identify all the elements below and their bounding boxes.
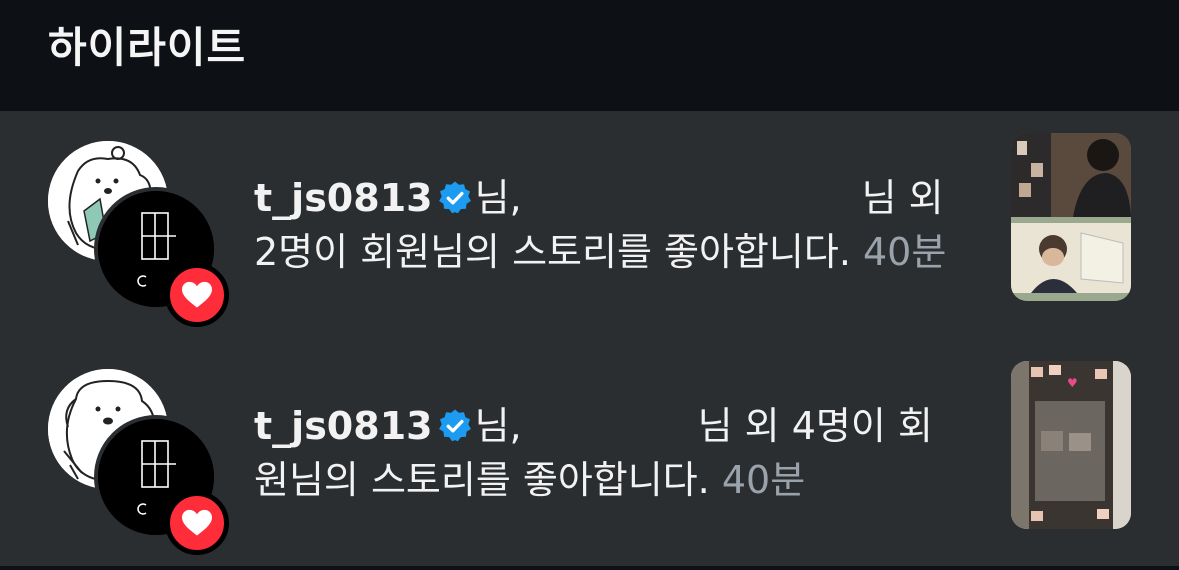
story-image: ♥	[1011, 361, 1131, 529]
notification-text: t_js0813 님, 님 외 4명이 회 원님의 스토리를 좋아합니다. 40분	[254, 399, 933, 507]
page-title: 하이라이트	[48, 23, 247, 72]
line1-suffix: 님,	[474, 404, 522, 448]
svg-text:♥: ♥	[1067, 376, 1078, 390]
heart-badge	[165, 491, 229, 555]
story-thumbnail[interactable]: ♥	[1011, 361, 1131, 529]
username[interactable]: t_js0813	[254, 404, 433, 448]
header: 하이라이트	[0, 0, 1179, 111]
line1-end: 님 외	[861, 176, 944, 220]
timestamp: 40분	[721, 458, 806, 502]
verified-badge-icon	[438, 181, 471, 214]
username[interactable]: t_js0813	[254, 176, 433, 220]
story-thumbnail[interactable]	[1011, 133, 1131, 301]
line1-suffix: 님,	[474, 176, 522, 220]
verified-badge-icon	[438, 409, 471, 442]
line2-text: 2명이 회원님의 스토리를 좋아합니다.	[254, 230, 851, 274]
story-image	[1011, 133, 1131, 301]
line1-end: 님 외 4명이 회	[697, 404, 933, 448]
heart-badge	[165, 263, 229, 327]
bottom-divider	[0, 566, 1179, 570]
notification-list: t_js0813 님, 님 외 2명이 회원님의 스토리를 좋아합니다. 40분	[0, 111, 1179, 566]
heart-icon	[182, 281, 212, 308]
notification-item[interactable]: t_js0813 님, 님 외 2명이 회원님의 스토리를 좋아합니다. 40분	[0, 133, 1179, 333]
heart-icon	[182, 509, 212, 536]
line2-text: 원님의 스토리를 좋아합니다.	[254, 458, 710, 502]
timestamp: 40분	[863, 230, 947, 274]
notification-item[interactable]: t_js0813 님, 님 외 4명이 회 원님의 스토리를 좋아합니다. 40분 …	[0, 361, 1179, 561]
notification-text: t_js0813 님, 님 외 2명이 회원님의 스토리를 좋아합니다. 40분	[254, 171, 946, 279]
